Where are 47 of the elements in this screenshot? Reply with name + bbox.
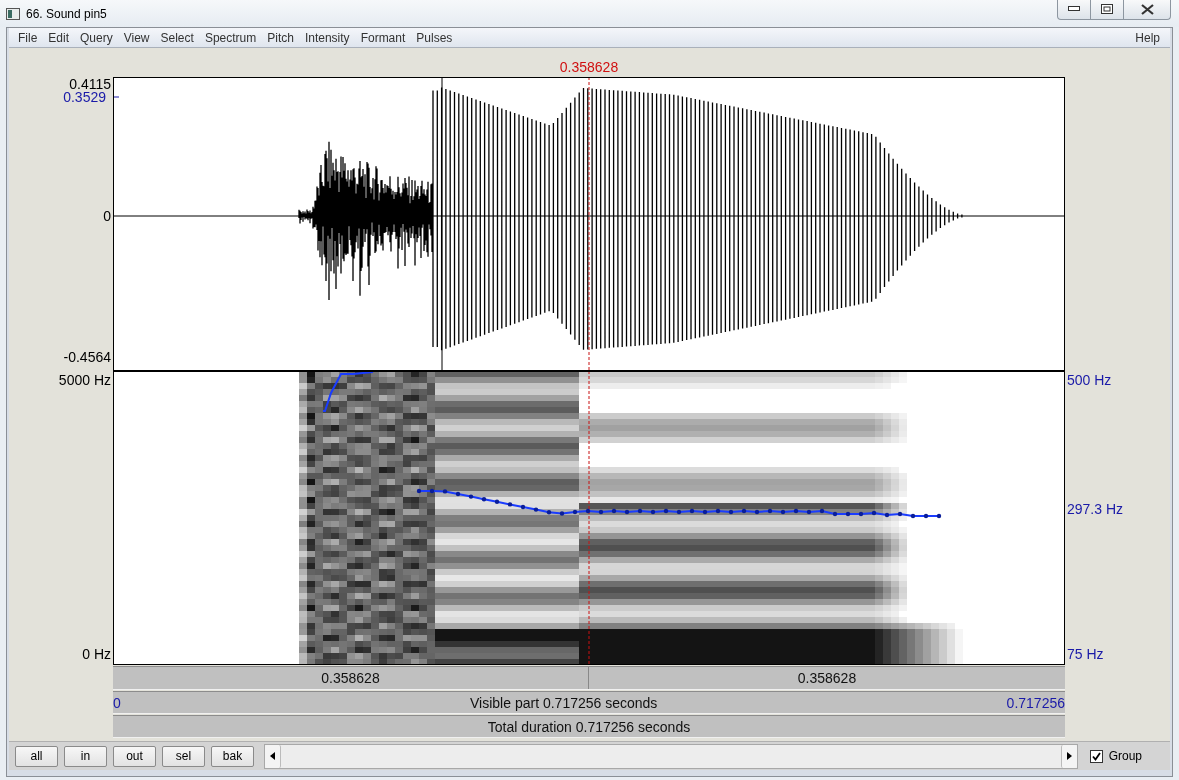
menu-item[interactable]: Pitch xyxy=(262,30,299,45)
frequency-max-label: 5000 Hz xyxy=(58,372,111,388)
scroll-left-button[interactable] xyxy=(265,744,281,768)
amplitude-tick xyxy=(113,96,120,98)
visible-end-label: 0.717256 xyxy=(1006,694,1065,711)
menu-item[interactable]: Spectrum xyxy=(199,30,262,45)
left-arrow-icon xyxy=(270,752,275,760)
group-label: Group xyxy=(1108,749,1142,763)
window-title: 66. Sound pin5 xyxy=(26,6,108,21)
close-icon xyxy=(1140,3,1154,15)
restore-icon xyxy=(1101,4,1113,14)
amplitude-zero-label: 0 xyxy=(103,208,111,224)
menu-item[interactable]: Formant xyxy=(355,30,411,45)
menu-item[interactable]: Help xyxy=(1130,30,1165,45)
menu-item[interactable]: Edit xyxy=(43,30,75,45)
pitch-min-label: 75 Hz xyxy=(1067,646,1104,662)
zoom-button[interactable]: in xyxy=(64,745,107,767)
zoom-button[interactable]: out xyxy=(113,745,156,767)
amplitude-mark-label: 0.3529 xyxy=(63,89,106,105)
menu-item[interactable]: Select xyxy=(155,30,199,45)
horizontal-scrollbar[interactable] xyxy=(264,743,1078,769)
zoom-button[interactable]: all xyxy=(15,745,58,767)
pitch-value-label: 297.3 Hz xyxy=(1067,501,1124,517)
menu-item[interactable]: Query xyxy=(75,30,118,45)
pitch-max-label: 500 Hz xyxy=(1067,372,1112,388)
frequency-min-label: 0 Hz xyxy=(82,646,111,662)
time-segment-label[interactable]: 0.358628 xyxy=(589,670,1065,686)
zoom-button[interactable]: sel xyxy=(162,745,205,767)
menu-item[interactable]: Intensity xyxy=(299,30,355,45)
check-icon xyxy=(1091,751,1101,761)
amplitude-min-label: -0.4564 xyxy=(63,349,111,365)
amplitude-max-label: 0.4115 xyxy=(69,76,111,92)
menu-item[interactable]: View xyxy=(118,30,155,45)
menu-item[interactable]: File xyxy=(13,30,43,45)
scroll-right-button[interactable] xyxy=(1060,744,1077,768)
visible-part-label[interactable]: Visible part 0.717256 seconds xyxy=(470,694,658,711)
app-icon xyxy=(6,7,20,20)
menu-item[interactable]: Pulses xyxy=(411,30,458,45)
group-checkbox[interactable] xyxy=(1089,749,1103,763)
cursor-time-label: 0.358628 xyxy=(559,59,619,75)
minimize-icon xyxy=(1068,6,1080,12)
visible-start-label: 0 xyxy=(113,694,121,711)
total-duration-label[interactable]: Total duration 0.717256 seconds xyxy=(487,718,691,735)
right-arrow-icon xyxy=(1066,752,1072,760)
zoom-button[interactable]: bak xyxy=(211,745,254,767)
time-segment-label[interactable]: 0.358628 xyxy=(113,667,589,689)
spectrogram-panel[interactable] xyxy=(113,371,1065,665)
